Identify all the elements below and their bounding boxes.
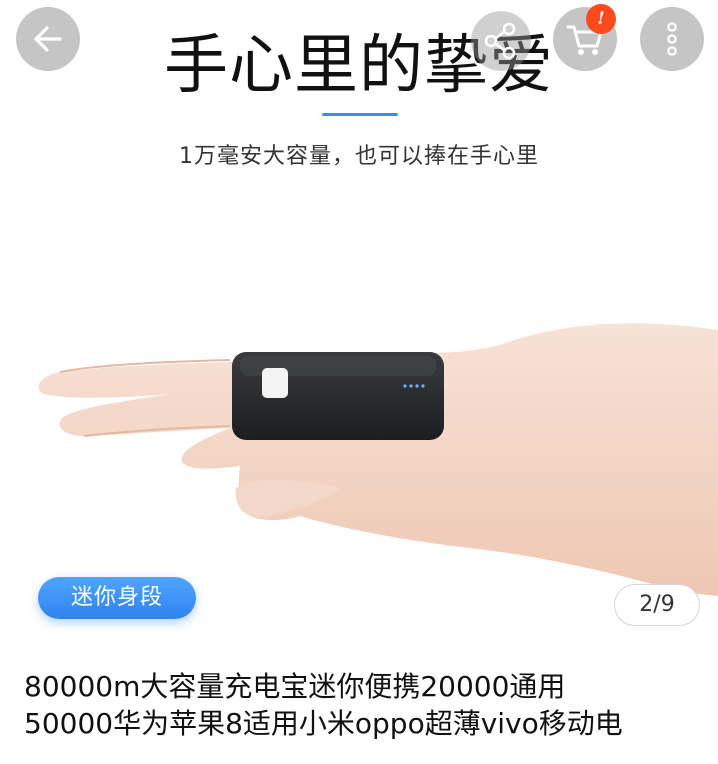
more-vertical-icon <box>667 22 677 56</box>
hero-subline: 1万毫安大容量，也可以捧在手心里 <box>179 144 539 169</box>
arrow-left-icon <box>34 26 62 52</box>
headline-divider <box>322 113 398 116</box>
product-title: 80000m大容量充电宝迷你便携20000通用 50000华为苹果8适用小米op… <box>24 668 704 742</box>
back-button[interactable] <box>16 7 80 71</box>
product-title-line-1: 80000m大容量充电宝迷你便携20000通用 <box>24 670 566 703</box>
cart-notification-badge: ! <box>586 4 616 34</box>
share-icon[interactable] <box>471 11 531 71</box>
product-image-carousel[interactable]: 手心里的挚爱 1万毫安大容量，也可以捧在手心里 迷你身段 2/9 <box>0 0 718 655</box>
feature-badge: 迷你身段 <box>38 577 196 619</box>
hand-holding-powerbank-image <box>38 323 718 596</box>
product-title-line-2: 50000华为苹果8适用小米oppo超薄vivo移动电 <box>24 707 623 740</box>
more-options-button[interactable] <box>640 7 704 71</box>
image-counter: 2/9 <box>614 584 700 626</box>
